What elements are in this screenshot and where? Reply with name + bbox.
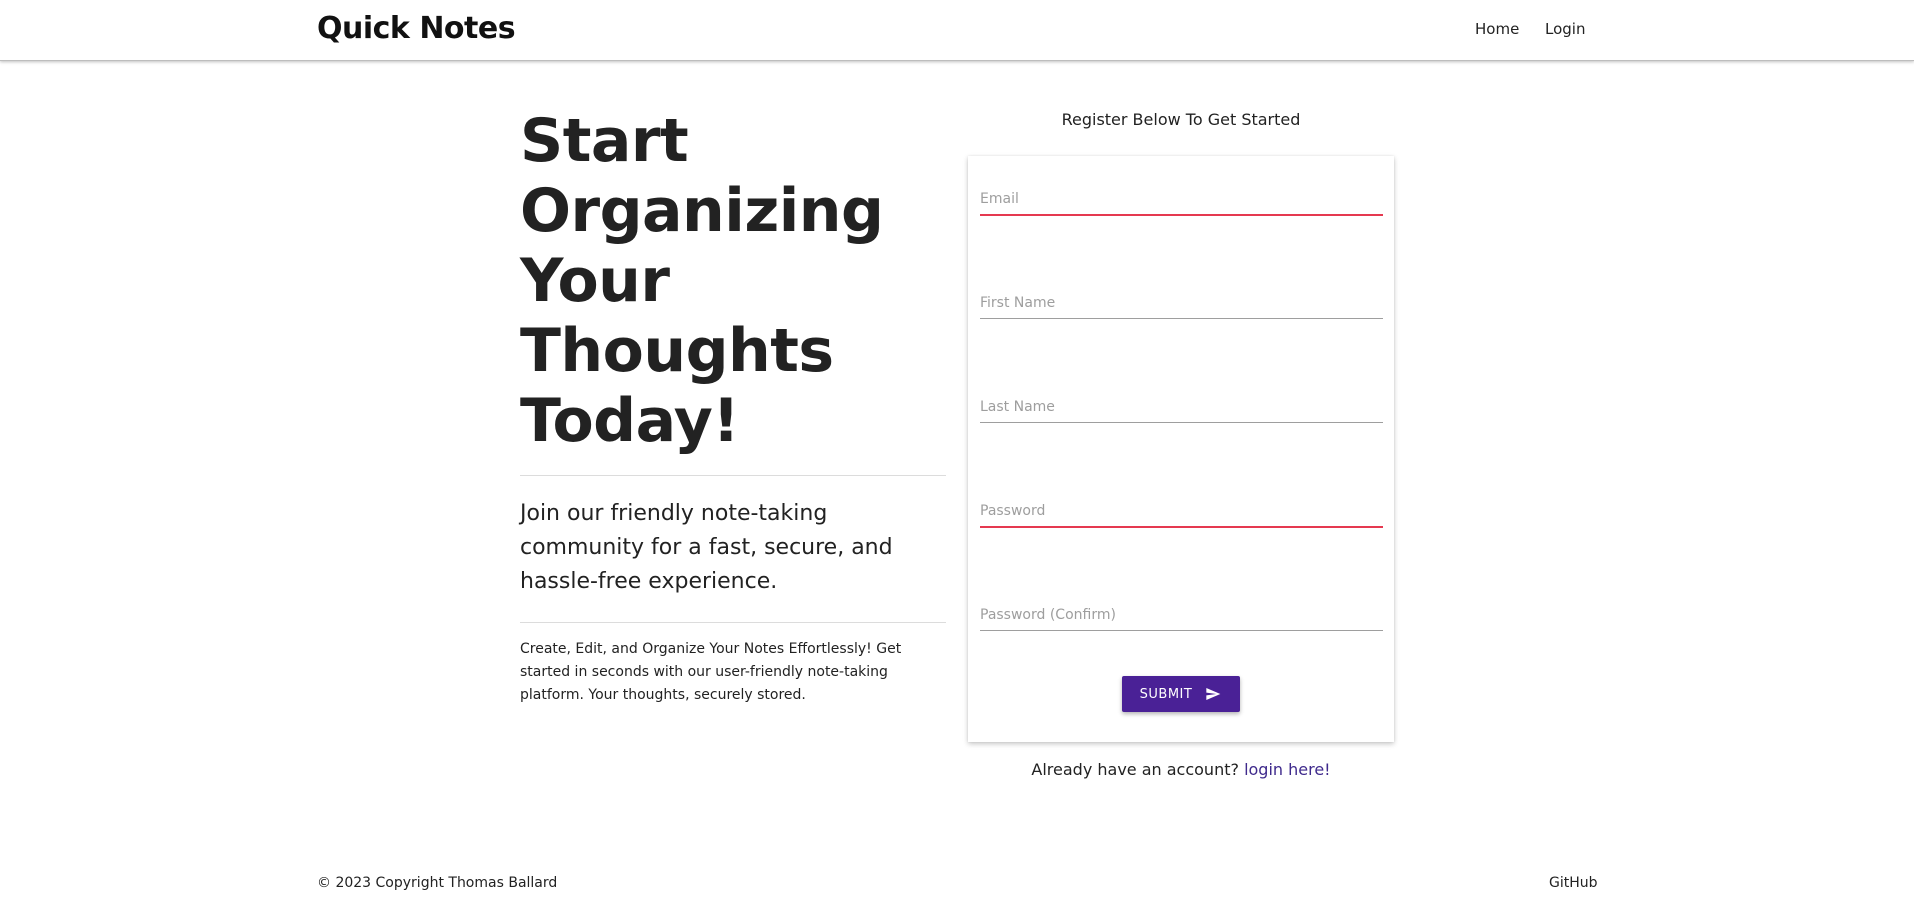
footer-copyright: © 2023 Copyright Thomas Ballard xyxy=(317,875,558,891)
nav-home-link[interactable]: Home xyxy=(1475,20,1519,38)
hero-divider-top xyxy=(520,475,946,476)
hero-divider-bottom xyxy=(520,622,946,623)
submit-button-label: SUBMIT xyxy=(1139,686,1193,702)
footer-github-link[interactable]: GitHub xyxy=(1549,875,1598,891)
send-icon xyxy=(1206,688,1221,700)
brand-logo[interactable]: Quick Notes xyxy=(317,11,516,46)
login-prompt: Already have an account? login here! xyxy=(968,760,1394,779)
login-here-link[interactable]: login here! xyxy=(1244,760,1331,779)
login-prompt-text: Already have an account? xyxy=(1031,760,1245,779)
email-field[interactable] xyxy=(980,184,1383,216)
hero-description: Create, Edit, and Organize Your Notes Ef… xyxy=(520,641,902,703)
hero-subtitle: Join our friendly note-taking community … xyxy=(520,501,893,594)
register-form: SUBMIT xyxy=(968,156,1394,742)
last-name-field[interactable] xyxy=(980,392,1383,423)
password-confirm-field[interactable] xyxy=(980,600,1383,631)
register-heading: Register Below To Get Started xyxy=(1061,110,1301,129)
password-field[interactable] xyxy=(980,496,1383,528)
first-name-field[interactable] xyxy=(980,288,1383,319)
submit-button[interactable]: SUBMIT xyxy=(1122,676,1240,712)
hero-title: Start Organizing Your Thoughts Today! xyxy=(520,106,884,456)
top-navbar: Quick Notes Home Login xyxy=(0,0,1914,61)
nav-login-link[interactable]: Login xyxy=(1545,20,1585,38)
